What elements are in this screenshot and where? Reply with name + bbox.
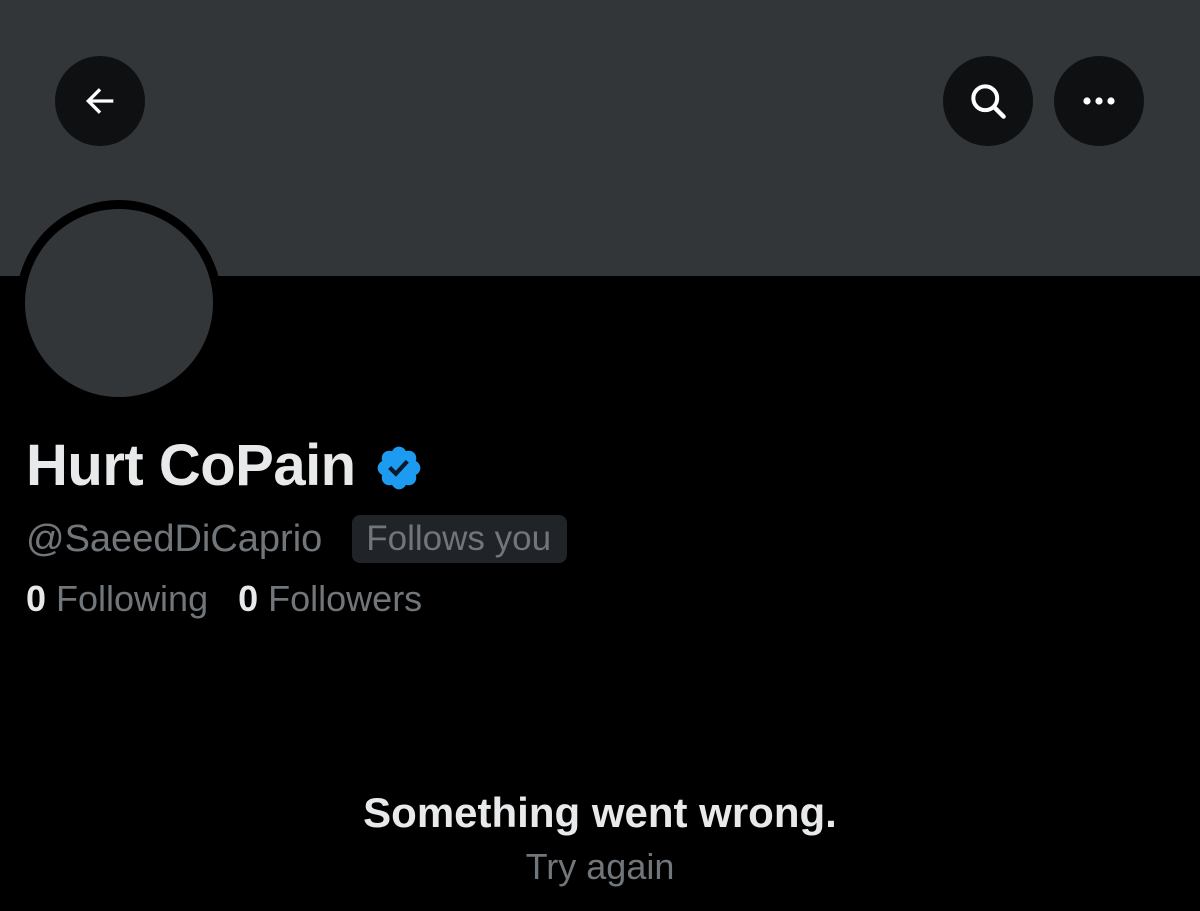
try-again-button[interactable]: Try again (526, 842, 675, 892)
handle-row: @SaeedDiCaprio Follows you (26, 514, 568, 564)
profile-page: Hurt CoPain @SaeedDiCaprio Follows you 0… (0, 0, 1200, 911)
following-count: 0 (26, 578, 47, 619)
error-title: Something went wrong. (363, 789, 837, 836)
followers-count: 0 (238, 578, 259, 619)
error-message: Something went wrong. Try again (0, 786, 1200, 892)
username-handle: @SaeedDiCaprio (26, 518, 323, 560)
following-link[interactable]: 0 Following (26, 576, 208, 622)
display-name: Hurt CoPain (26, 433, 356, 498)
profile-name-row: Hurt CoPain (26, 432, 424, 500)
avatar-frame (16, 200, 222, 406)
search-icon (966, 79, 1010, 123)
back-button[interactable] (55, 56, 145, 146)
verified-badge-icon[interactable] (374, 443, 424, 493)
avatar[interactable] (25, 209, 213, 397)
more-options-button[interactable] (1054, 56, 1144, 146)
follow-stats: 0 Following 0 Followers (26, 576, 422, 622)
arrow-left-icon (80, 81, 120, 121)
following-label: Following (56, 578, 209, 619)
follows-you-badge: Follows you (352, 515, 568, 563)
more-horizontal-icon (1079, 95, 1119, 107)
followers-link[interactable]: 0 Followers (238, 576, 422, 622)
search-button[interactable] (943, 56, 1033, 146)
followers-label: Followers (268, 578, 423, 619)
